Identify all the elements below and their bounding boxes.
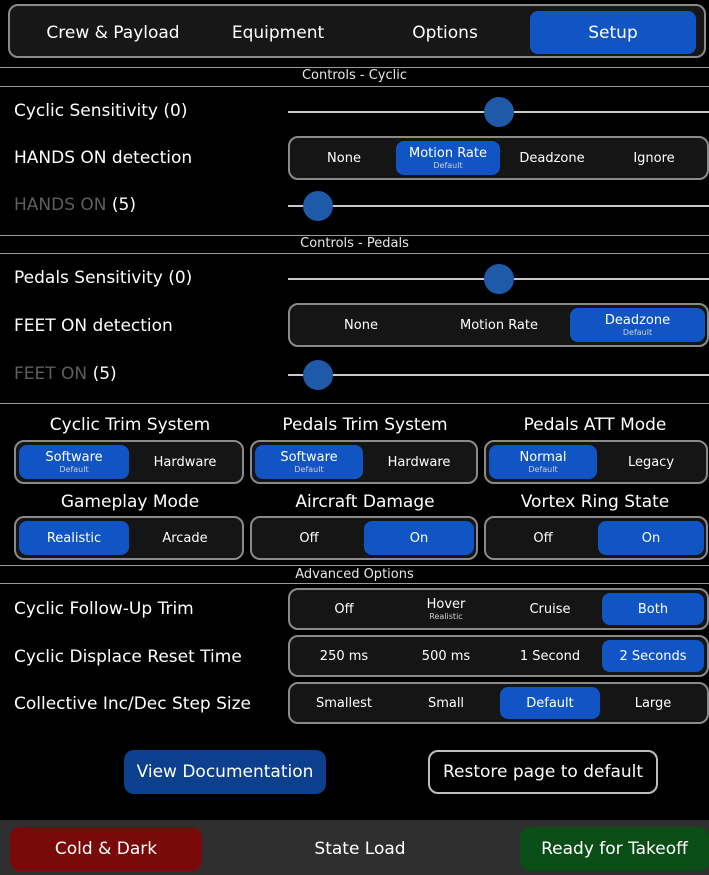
option-legacy[interactable]: Legacy xyxy=(598,445,704,479)
feet-on-knob[interactable] xyxy=(303,360,333,390)
step-size-selector: Smallest Small Default Large xyxy=(288,682,709,724)
gameplay-mode-title: Gameplay Mode xyxy=(60,492,200,512)
divider xyxy=(0,565,709,566)
hands-on-slider[interactable] xyxy=(288,205,709,207)
tab-crew-payload[interactable]: Crew & Payload xyxy=(18,11,208,54)
option-1-second[interactable]: 1 Second xyxy=(500,640,600,672)
option-small[interactable]: Small xyxy=(396,687,496,719)
divider xyxy=(0,583,709,584)
hands-on-detection-label: HANDS ON detection xyxy=(14,148,193,168)
section-title-pedals: Controls - Pedals xyxy=(300,236,409,251)
displace-reset-label: Cyclic Displace Reset Time xyxy=(14,647,242,667)
option-ignore[interactable]: Ignore xyxy=(604,141,704,175)
pedals-att-selector: Normal Default Legacy xyxy=(484,440,708,484)
vortex-ring-selector: Off On xyxy=(484,516,708,560)
view-documentation-button[interactable]: View Documentation xyxy=(124,750,326,794)
restore-default-button[interactable]: Restore page to default xyxy=(428,750,658,794)
option-500ms[interactable]: 500 ms xyxy=(396,640,496,672)
option-both[interactable]: Both xyxy=(602,593,704,625)
cold-dark-button[interactable]: Cold & Dark xyxy=(10,827,202,871)
cyclic-sensitivity-label: Cyclic Sensitivity (0) xyxy=(14,101,188,121)
feet-on-slider[interactable] xyxy=(288,374,709,376)
option-realistic[interactable]: Realistic xyxy=(19,521,129,555)
option-deadzone[interactable]: Deadzone Default xyxy=(570,308,705,342)
pedals-sensitivity-label: Pedals Sensitivity (0) xyxy=(14,268,193,288)
option-large[interactable]: Large xyxy=(602,687,704,719)
pedals-att-title: Pedals ATT Mode xyxy=(523,415,667,435)
hands-on-knob[interactable] xyxy=(303,191,333,221)
option-smallest[interactable]: Smallest xyxy=(294,687,394,719)
option-hover[interactable]: Hover Realistic xyxy=(396,593,496,625)
pedals-trim-title: Pedals Trim System xyxy=(282,415,448,435)
option-off[interactable]: Off xyxy=(294,593,394,625)
cyclic-trim-title: Cyclic Trim System xyxy=(49,415,211,435)
option-deadzone[interactable]: Deadzone xyxy=(502,141,602,175)
option-motion-rate[interactable]: Motion Rate Default xyxy=(396,141,500,175)
section-title-advanced: Advanced Options xyxy=(295,567,414,582)
option-cruise[interactable]: Cruise xyxy=(500,593,600,625)
hands-on-detection-selector: None Motion Rate Default Deadzone Ignore xyxy=(288,136,709,180)
tab-equipment[interactable]: Equipment xyxy=(208,11,348,54)
pedals-sensitivity-knob[interactable] xyxy=(484,264,514,294)
option-software[interactable]: Software Default xyxy=(255,445,363,479)
option-arcade[interactable]: Arcade xyxy=(130,521,240,555)
cyclic-trim-selector: Software Default Hardware xyxy=(14,440,244,484)
section-title-cyclic: Controls - Cyclic xyxy=(301,68,407,83)
displace-reset-selector: 250 ms 500 ms 1 Second 2 Seconds xyxy=(288,635,709,677)
option-motion-rate[interactable]: Motion Rate xyxy=(432,308,566,342)
aircraft-damage-title: Aircraft Damage xyxy=(295,492,435,512)
option-250ms[interactable]: 250 ms xyxy=(294,640,394,672)
ready-for-takeoff-button[interactable]: Ready for Takeoff xyxy=(520,827,709,871)
option-software[interactable]: Software Default xyxy=(19,445,129,479)
tab-bar: Crew & Payload Equipment Options Setup xyxy=(8,4,706,58)
option-off[interactable]: Off xyxy=(255,521,363,555)
divider xyxy=(0,86,709,87)
option-on[interactable]: On xyxy=(598,521,704,555)
pedals-trim-selector: Software Default Hardware xyxy=(250,440,478,484)
feet-on-detection-selector: None Motion Rate Deadzone Default xyxy=(288,303,709,347)
state-load-button[interactable]: State Load xyxy=(260,827,460,871)
tab-setup[interactable]: Setup xyxy=(530,11,696,54)
feet-on-label: FEET ON (5) xyxy=(14,364,117,384)
option-hardware[interactable]: Hardware xyxy=(130,445,240,479)
follow-up-trim-selector: Off Hover Realistic Cruise Both xyxy=(288,588,709,630)
option-normal[interactable]: Normal Default xyxy=(489,445,597,479)
option-2-seconds[interactable]: 2 Seconds xyxy=(602,640,704,672)
option-none[interactable]: None xyxy=(294,141,394,175)
cyclic-sensitivity-knob[interactable] xyxy=(484,97,514,127)
hands-on-label: HANDS ON (5) xyxy=(14,195,137,215)
option-none[interactable]: None xyxy=(294,308,428,342)
aircraft-damage-selector: Off On xyxy=(250,516,478,560)
gameplay-mode-selector: Realistic Arcade xyxy=(14,516,244,560)
feet-on-detection-label: FEET ON detection xyxy=(14,316,173,336)
follow-up-trim-label: Cyclic Follow-Up Trim xyxy=(14,599,194,619)
option-hardware[interactable]: Hardware xyxy=(364,445,474,479)
option-on[interactable]: On xyxy=(364,521,474,555)
divider xyxy=(0,253,709,254)
vortex-ring-title: Vortex Ring State xyxy=(520,492,670,512)
option-off[interactable]: Off xyxy=(489,521,597,555)
option-default[interactable]: Default xyxy=(500,687,600,719)
divider xyxy=(0,403,709,404)
tab-options[interactable]: Options xyxy=(370,11,520,54)
step-size-label: Collective Inc/Dec Step Size xyxy=(14,694,252,714)
